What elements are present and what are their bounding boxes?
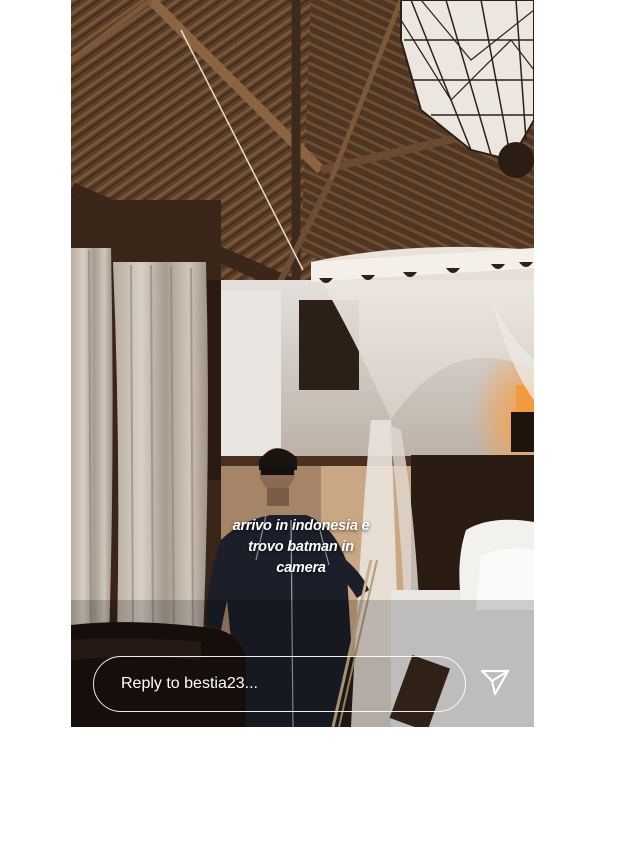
reply-placeholder: Reply to bestia23... (121, 675, 258, 692)
story-photo (71, 0, 534, 727)
send-icon[interactable] (479, 666, 511, 698)
story-viewer[interactable]: arrivo in indonesia e trovo batman in ca… (71, 0, 534, 727)
story-caption: arrivo in indonesia e trovo batman in ca… (232, 518, 370, 576)
reply-input[interactable]: Reply to bestia23... (93, 656, 466, 712)
